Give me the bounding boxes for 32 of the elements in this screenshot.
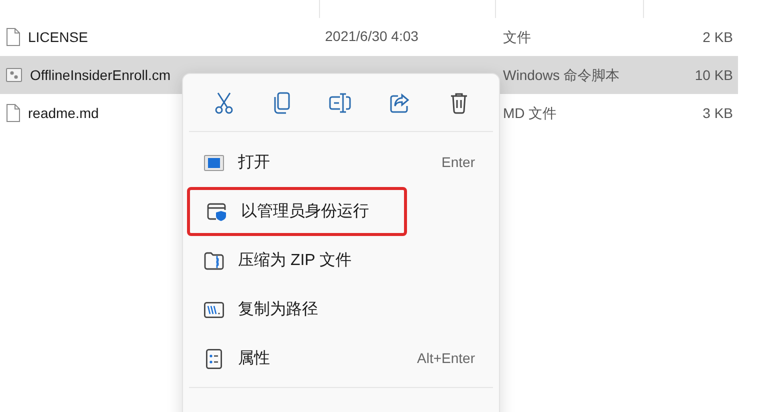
file-name: readme.md [28,104,99,122]
file-name: OfflineInsiderEnroll.cm [30,66,171,84]
menu-item[interactable]: 复制为路径 [187,285,495,334]
file-type: MD 文件 [503,104,558,122]
zip-folder-icon [204,252,224,270]
menu-item[interactable]: 压缩为 ZIP 文件 [187,236,495,285]
file-name: LICENSE [28,28,88,46]
window-icon [204,154,224,170]
delete-icon[interactable] [450,92,468,114]
share-icon[interactable] [389,92,412,114]
file-icon [6,28,20,46]
path-icon [204,302,224,318]
file-size: 2 KB [702,28,733,46]
menu-item[interactable]: 属性 Alt+Enter [187,334,495,383]
file-icon [6,104,20,122]
menu-item[interactable]: 以管理员身份运行 [187,187,407,236]
file-row[interactable]: LICENSE 2021/6/30 4:03 文件 2 KB [0,18,738,56]
shield-window-icon [207,202,227,220]
shortcut-label: Enter [442,153,475,172]
properties-icon [206,348,222,368]
file-type: 文件 [503,28,532,46]
modified-date: 2021/6/30 4:03 [325,28,418,44]
rename-icon[interactable] [328,92,351,114]
copy-icon[interactable] [272,92,291,114]
menu-item[interactable]: 打开 Enter [187,138,495,187]
file-size: 3 KB [702,104,733,122]
file-row[interactable]: readme.md MD 文件 3 KB [0,94,738,132]
file-size: 10 KB [694,66,733,84]
file-type: Windows 命令脚本 [503,66,621,84]
cut-icon[interactable] [214,92,234,114]
shortcut-label: Alt+Enter [417,349,475,368]
script-file-icon [6,68,22,82]
